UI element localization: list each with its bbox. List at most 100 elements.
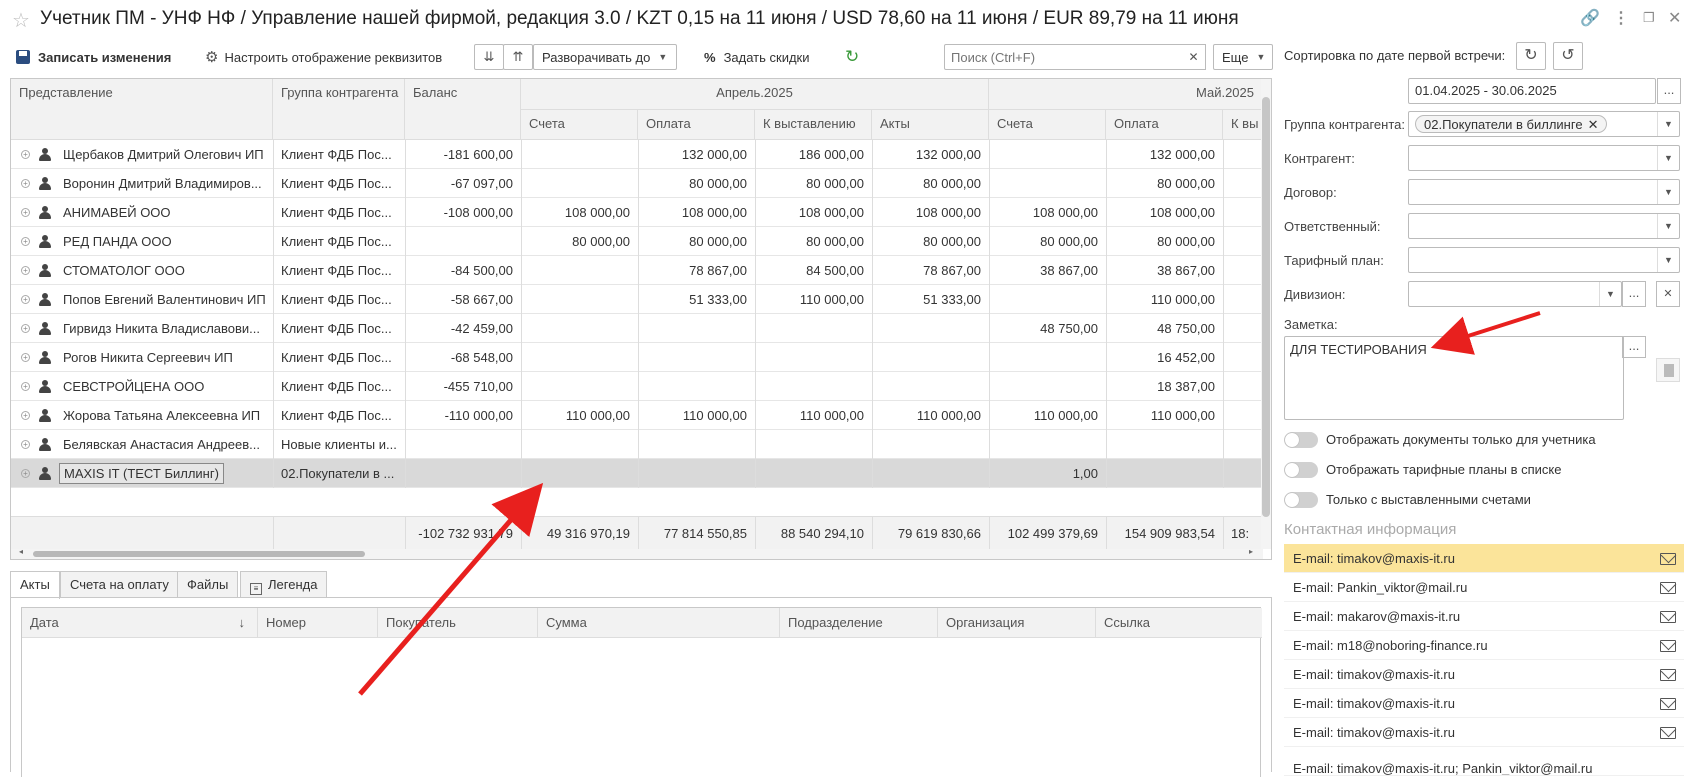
close-icon[interactable]: ✕ (1668, 8, 1681, 28)
col-header-to-invoice[interactable]: К вы (1223, 110, 1263, 140)
expand-to-dropdown[interactable]: Разворачивать до ▼ (533, 44, 677, 70)
col-header-month-may[interactable]: Май.2025 (989, 79, 1263, 110)
table-row[interactable]: + СТОМАТОЛОГ ООО Клиент ФДБ Пос... -84 500,… (11, 256, 1263, 285)
link-icon[interactable]: 🔗 (1580, 8, 1600, 28)
contract-field[interactable]: ▼ (1408, 179, 1680, 205)
chevron-down-icon[interactable]: ▼ (1657, 214, 1679, 238)
counterparty-field[interactable]: ▼ (1408, 145, 1680, 171)
search-input[interactable] (944, 44, 1184, 70)
expand-all-button[interactable]: ⇊ (474, 44, 504, 70)
counterparty-grid[interactable]: Представление Группа контрагента Баланс … (10, 78, 1272, 560)
contact-item[interactable]: E-mail: timakov@maxis-it.ru (1284, 718, 1684, 747)
col-header-invoices[interactable]: Счета (989, 110, 1106, 140)
tab-files[interactable]: Файлы (177, 571, 239, 597)
expand-node-icon[interactable]: + (21, 266, 30, 275)
more-vertical-icon[interactable]: ⋮ (1613, 8, 1629, 28)
more-button[interactable]: Еще ▼ (1213, 44, 1273, 70)
group-chip[interactable]: 02.Покупатели в биллинге ✕ (1415, 115, 1608, 133)
envelope-icon[interactable] (1660, 698, 1676, 710)
col-header-name[interactable]: Представление (11, 79, 273, 140)
contact-item[interactable]: E-mail: Pankin_viktor@mail.ru (1284, 573, 1684, 602)
division-clear-icon[interactable]: ✕ (1656, 281, 1680, 307)
table-row[interactable]: + Попов Евгений Валентинович ИП Клиент ФДБ… (11, 285, 1263, 314)
expand-node-icon[interactable]: + (21, 411, 30, 420)
table-row[interactable]: + MAXIS IT (ТЕСТ Биллинг) 02.Покупатели в … (11, 459, 1263, 488)
col-header-link[interactable]: Ссылка (1096, 608, 1262, 638)
col-header-month-april[interactable]: Апрель.2025 (521, 79, 989, 110)
expand-node-icon[interactable]: + (21, 382, 30, 391)
col-header-payment[interactable]: Оплата (1106, 110, 1223, 140)
sort-refresh-button[interactable]: ↻ (1516, 42, 1546, 70)
col-header-group[interactable]: Группа контрагента (273, 79, 405, 140)
col-header-department[interactable]: Подразделение (780, 608, 938, 638)
chevron-down-icon[interactable]: ▼ (1657, 146, 1679, 170)
col-header-buyer[interactable]: Покупатель (378, 608, 538, 638)
chevron-down-icon[interactable]: ▼ (1599, 282, 1621, 306)
contact-item[interactable]: E-mail: m18@noboring-finance.ru (1284, 631, 1684, 660)
period-select-button[interactable]: ... (1657, 78, 1681, 104)
document-icon[interactable] (1656, 358, 1680, 382)
vertical-scrollbar[interactable] (1261, 79, 1271, 549)
col-header-organization[interactable]: Организация (938, 608, 1096, 638)
chip-remove-icon[interactable]: ✕ (1588, 117, 1599, 132)
col-header-invoices[interactable]: Счета (521, 110, 638, 140)
table-row[interactable]: + Гирвидз Никита Владиславови... Клиент ФД… (11, 314, 1263, 343)
note-open-button[interactable]: ... (1622, 336, 1646, 358)
tariff-field[interactable]: ▼ (1408, 247, 1680, 273)
sort-reset-button[interactable]: ↺ (1553, 42, 1583, 70)
configure-fields-button[interactable]: ⚙ Настроить отображение реквизитов (205, 44, 442, 70)
toggle-accountant-docs[interactable] (1284, 432, 1318, 448)
envelope-icon[interactable] (1660, 611, 1676, 623)
horizontal-scrollbar[interactable]: ◂ ▸ (11, 547, 1263, 559)
col-header-amount[interactable]: Сумма (538, 608, 780, 638)
group-field[interactable]: 02.Покупатели в биллинге ✕ ▼ (1408, 111, 1680, 137)
toggle-invoiced-only[interactable] (1284, 492, 1318, 508)
responsible-field[interactable]: ▼ (1408, 213, 1680, 239)
refresh-icon[interactable]: ↻ (845, 44, 859, 70)
table-row[interactable]: + Рогов Никита Сергеевич ИП Клиент ФДБ Пос… (11, 343, 1263, 372)
envelope-icon[interactable] (1660, 582, 1676, 594)
col-header-payment[interactable]: Оплата (638, 110, 755, 140)
table-row[interactable]: + Жорова Татьяна Алексеевна ИП Клиент ФДБ … (11, 401, 1263, 430)
envelope-icon[interactable] (1660, 553, 1676, 565)
contact-item[interactable]: E-mail: timakov@maxis-it.ru (1284, 544, 1684, 573)
contact-item[interactable]: E-mail: timakov@maxis-it.ru (1284, 689, 1684, 718)
col-header-to-invoice[interactable]: К выставлению (755, 110, 872, 140)
set-discounts-button[interactable]: % Задать скидки (704, 44, 810, 70)
envelope-icon[interactable] (1660, 727, 1676, 739)
star-icon[interactable]: ☆ (12, 8, 30, 33)
col-header-number[interactable]: Номер (258, 608, 378, 638)
expand-node-icon[interactable]: + (21, 440, 30, 449)
expand-node-icon[interactable]: + (21, 324, 30, 333)
table-row[interactable]: + Белявская Анастасия Андреев... Новые кли… (11, 430, 1263, 459)
chevron-down-icon[interactable]: ▼ (1657, 180, 1679, 204)
chevron-down-icon[interactable]: ▼ (1657, 112, 1679, 136)
scroll-thumb[interactable] (33, 551, 365, 557)
tab-legend[interactable]: ≡ Легенда (240, 571, 328, 597)
expand-node-icon[interactable]: + (21, 469, 30, 478)
scroll-thumb[interactable] (1262, 97, 1270, 517)
col-header-balance[interactable]: Баланс (405, 79, 521, 140)
period-field[interactable]: 01.04.2025 - 30.06.2025 (1408, 78, 1656, 104)
collapse-all-button[interactable]: ⇈ (503, 44, 533, 70)
scroll-left-icon[interactable]: ◂ (19, 547, 23, 556)
expand-node-icon[interactable]: + (21, 295, 30, 304)
table-row[interactable]: + Щербаков Дмитрий Олегович ИП Клиент ФДБ … (11, 140, 1263, 169)
contact-item[interactable]: E-mail: makarov@maxis-it.ru (1284, 602, 1684, 631)
contact-item[interactable]: E-mail: timakov@maxis-it.ru; Pankin_vikt… (1284, 762, 1684, 776)
col-header-date[interactable]: Дата ↓ (22, 608, 258, 638)
expand-node-icon[interactable]: + (21, 353, 30, 362)
division-select-button[interactable]: ... (1622, 281, 1646, 307)
expand-node-icon[interactable]: + (21, 208, 30, 217)
table-row[interactable]: + Воронин Дмитрий Владимиров... Клиент ФДБ… (11, 169, 1263, 198)
save-button[interactable]: Записать изменения (16, 44, 171, 70)
expand-node-icon[interactable]: + (21, 150, 30, 159)
contact-item[interactable]: E-mail: timakov@maxis-it.ru (1284, 660, 1684, 689)
col-header-acts[interactable]: Акты (872, 110, 989, 140)
table-row[interactable]: + РЕД ПАНДА ООО Клиент ФДБ Пос... 80 000,00… (11, 227, 1263, 256)
acts-grid[interactable]: Дата ↓ Номер Покупатель Сумма Подразделен… (21, 607, 1262, 777)
clear-search-icon[interactable]: ✕ (1182, 44, 1206, 70)
note-textarea[interactable]: ДЛЯ ТЕСТИРОВАНИЯ (1284, 336, 1624, 420)
toggle-tariff-plans[interactable] (1284, 462, 1318, 478)
division-field[interactable]: ▼ (1408, 281, 1622, 307)
